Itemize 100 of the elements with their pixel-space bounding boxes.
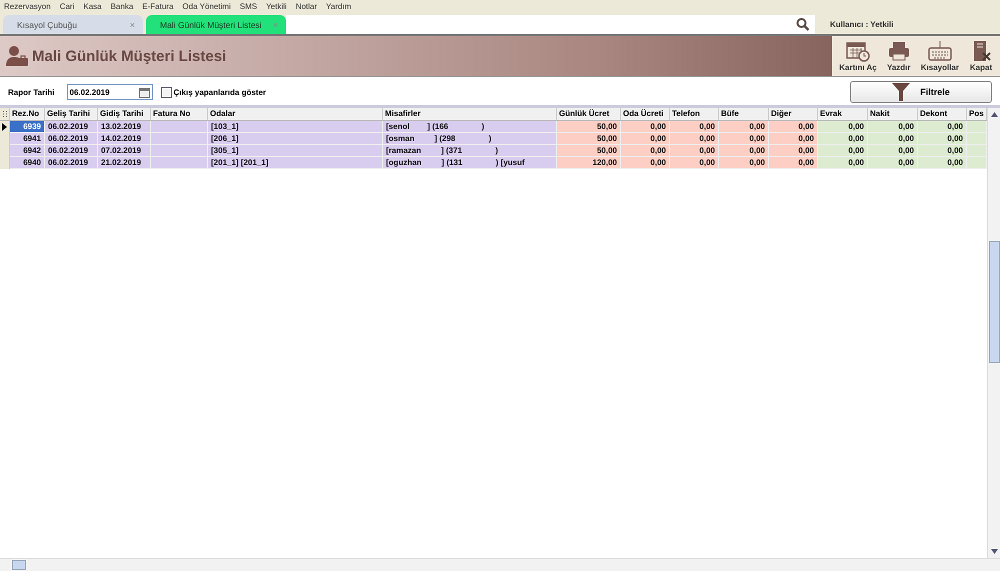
table-cell: 50,00 — [557, 133, 621, 145]
menu-item[interactable]: SMS — [240, 2, 258, 11]
table-cell — [967, 133, 987, 145]
column-header[interactable]: Odalar — [208, 108, 383, 120]
funnel-icon — [892, 83, 910, 101]
vertical-scrollbar[interactable] — [987, 108, 1000, 558]
table-cell: 0,00 — [818, 121, 868, 133]
table-cell: 0,00 — [818, 157, 868, 169]
scroll-down-icon[interactable] — [990, 549, 998, 554]
table-cell: 06.02.2019 — [45, 145, 98, 157]
column-header[interactable]: Dekont — [918, 108, 967, 120]
table-cell: 0,00 — [769, 121, 818, 133]
table-cell: 0,00 — [769, 157, 818, 169]
table-cell: 0,00 — [868, 133, 918, 145]
table-cell: 0,00 — [719, 157, 769, 169]
menu-item[interactable]: Kasa — [83, 2, 102, 11]
menu-item[interactable]: Cari — [60, 2, 74, 11]
table-cell: 6941 — [10, 133, 45, 145]
grip-icon — [2, 111, 6, 117]
table-cell: 0,00 — [918, 145, 967, 157]
toolbar-button[interactable]: Kapat — [964, 36, 998, 76]
table-cell: 0,00 — [918, 121, 967, 133]
column-header[interactable]: Telefon — [670, 108, 719, 120]
table-cell: 0,00 — [670, 133, 719, 145]
table-cell: 0,00 — [868, 121, 918, 133]
row-pointer-icon — [2, 123, 7, 131]
table-cell: 07.02.2019 — [98, 145, 151, 157]
show-checkout-checkbox[interactable]: Çıkış yapanlarıda göster — [160, 86, 266, 98]
table-cell: 0,00 — [719, 121, 769, 133]
table-cell: 120,00 — [557, 157, 621, 169]
menu-item[interactable]: Yardım — [326, 2, 352, 11]
column-header[interactable]: Diğer — [769, 108, 818, 120]
table-cell: 0,00 — [868, 157, 918, 169]
table-cell: 0,00 — [621, 121, 670, 133]
table-cell — [151, 133, 208, 145]
table-cell: 06.02.2019 — [45, 121, 98, 133]
date-label: Rapor Tarihi — [8, 88, 55, 96]
table-cell: 06.02.2019 — [45, 157, 98, 169]
table-cell — [151, 145, 208, 157]
calendar-icon[interactable] — [138, 86, 150, 98]
search-icon[interactable] — [791, 15, 815, 34]
table-cell: 0,00 — [868, 145, 918, 157]
table-cell: 0,00 — [818, 145, 868, 157]
table-cell: 21.02.2019 — [98, 157, 151, 169]
menu-item[interactable]: E-Fatura — [142, 2, 174, 11]
table-cell: 0,00 — [621, 145, 670, 157]
toolbar-button[interactable]: Kartını Aç — [834, 36, 882, 76]
calendar-clock-icon — [846, 40, 870, 62]
page-title: Mali Günlük Müşteri Listesi — [32, 48, 226, 64]
toolbar-button[interactable]: Kısayollar — [916, 36, 964, 76]
table-cell: [oguzhan ] (131 ) [yusuf — [383, 157, 557, 169]
table-cell: 6939 — [10, 121, 45, 133]
date-field[interactable]: 06.02.2019 — [66, 84, 153, 100]
table-cell: 0,00 — [769, 145, 818, 157]
table-cell: 0,00 — [818, 133, 868, 145]
table-cell: 0,00 — [719, 145, 769, 157]
table-cell — [967, 157, 987, 169]
table-cell: 6942 — [10, 145, 45, 157]
column-header[interactable]: Fatura No — [151, 108, 208, 120]
keyboard-icon — [928, 40, 952, 62]
tab[interactable]: Mali Günlük Müşteri Listesi × — [146, 15, 286, 34]
menu-item[interactable]: Banka — [110, 2, 134, 11]
menu-item[interactable]: Rezervasyon — [4, 2, 51, 11]
row-header[interactable] — [0, 121, 10, 133]
table-cell: 0,00 — [719, 133, 769, 145]
column-header[interactable]: Geliş Tarihi — [45, 108, 98, 120]
table-cell — [967, 145, 987, 157]
table-cell: 0,00 — [918, 157, 967, 169]
table-cell: [senol ] (166 ) — [383, 121, 557, 133]
column-header[interactable]: Misafirler — [383, 108, 557, 120]
table-cell: 6940 — [10, 157, 45, 169]
column-header[interactable]: Büfe — [719, 108, 769, 120]
menu-item[interactable]: Oda Yönetimi — [182, 2, 231, 11]
table-cell: [206_1] — [208, 133, 383, 145]
table-cell: 0,00 — [670, 145, 719, 157]
grid-corner-handle[interactable] — [0, 108, 10, 120]
column-header[interactable]: Oda Ücreti — [621, 108, 670, 120]
filter-button[interactable]: Filtrele — [850, 81, 992, 103]
scroll-up-icon[interactable] — [990, 112, 998, 117]
search-field[interactable] — [286, 15, 791, 34]
column-header[interactable]: Gidiş Tarihi — [98, 108, 151, 120]
column-header[interactable]: Rez.No — [10, 108, 45, 120]
column-header[interactable]: Evrak — [818, 108, 868, 120]
menu-item[interactable]: Yetkili — [266, 2, 287, 11]
scroll-thumb[interactable] — [988, 241, 1000, 363]
table-cell: 0,00 — [621, 157, 670, 169]
column-header[interactable]: Nakit — [868, 108, 918, 120]
table-cell: 0,00 — [621, 133, 670, 145]
menu-item[interactable]: Notlar — [296, 2, 318, 11]
table-cell: 0,00 — [918, 133, 967, 145]
table-cell: [osman ] (298 ) — [383, 133, 557, 145]
printer-icon — [886, 40, 911, 62]
table-cell: 0,00 — [670, 157, 719, 169]
table-cell: 0,00 — [670, 121, 719, 133]
toolbar-button[interactable]: Yazdır — [882, 36, 916, 76]
tab[interactable]: Kısayol Çubuğu × — [3, 15, 143, 34]
column-header[interactable]: Günlük Ücret — [557, 108, 621, 120]
table-cell: 14.02.2019 — [98, 133, 151, 145]
scroll-thumb[interactable] — [12, 560, 26, 570]
horizontal-scrollbar[interactable] — [0, 558, 1000, 571]
